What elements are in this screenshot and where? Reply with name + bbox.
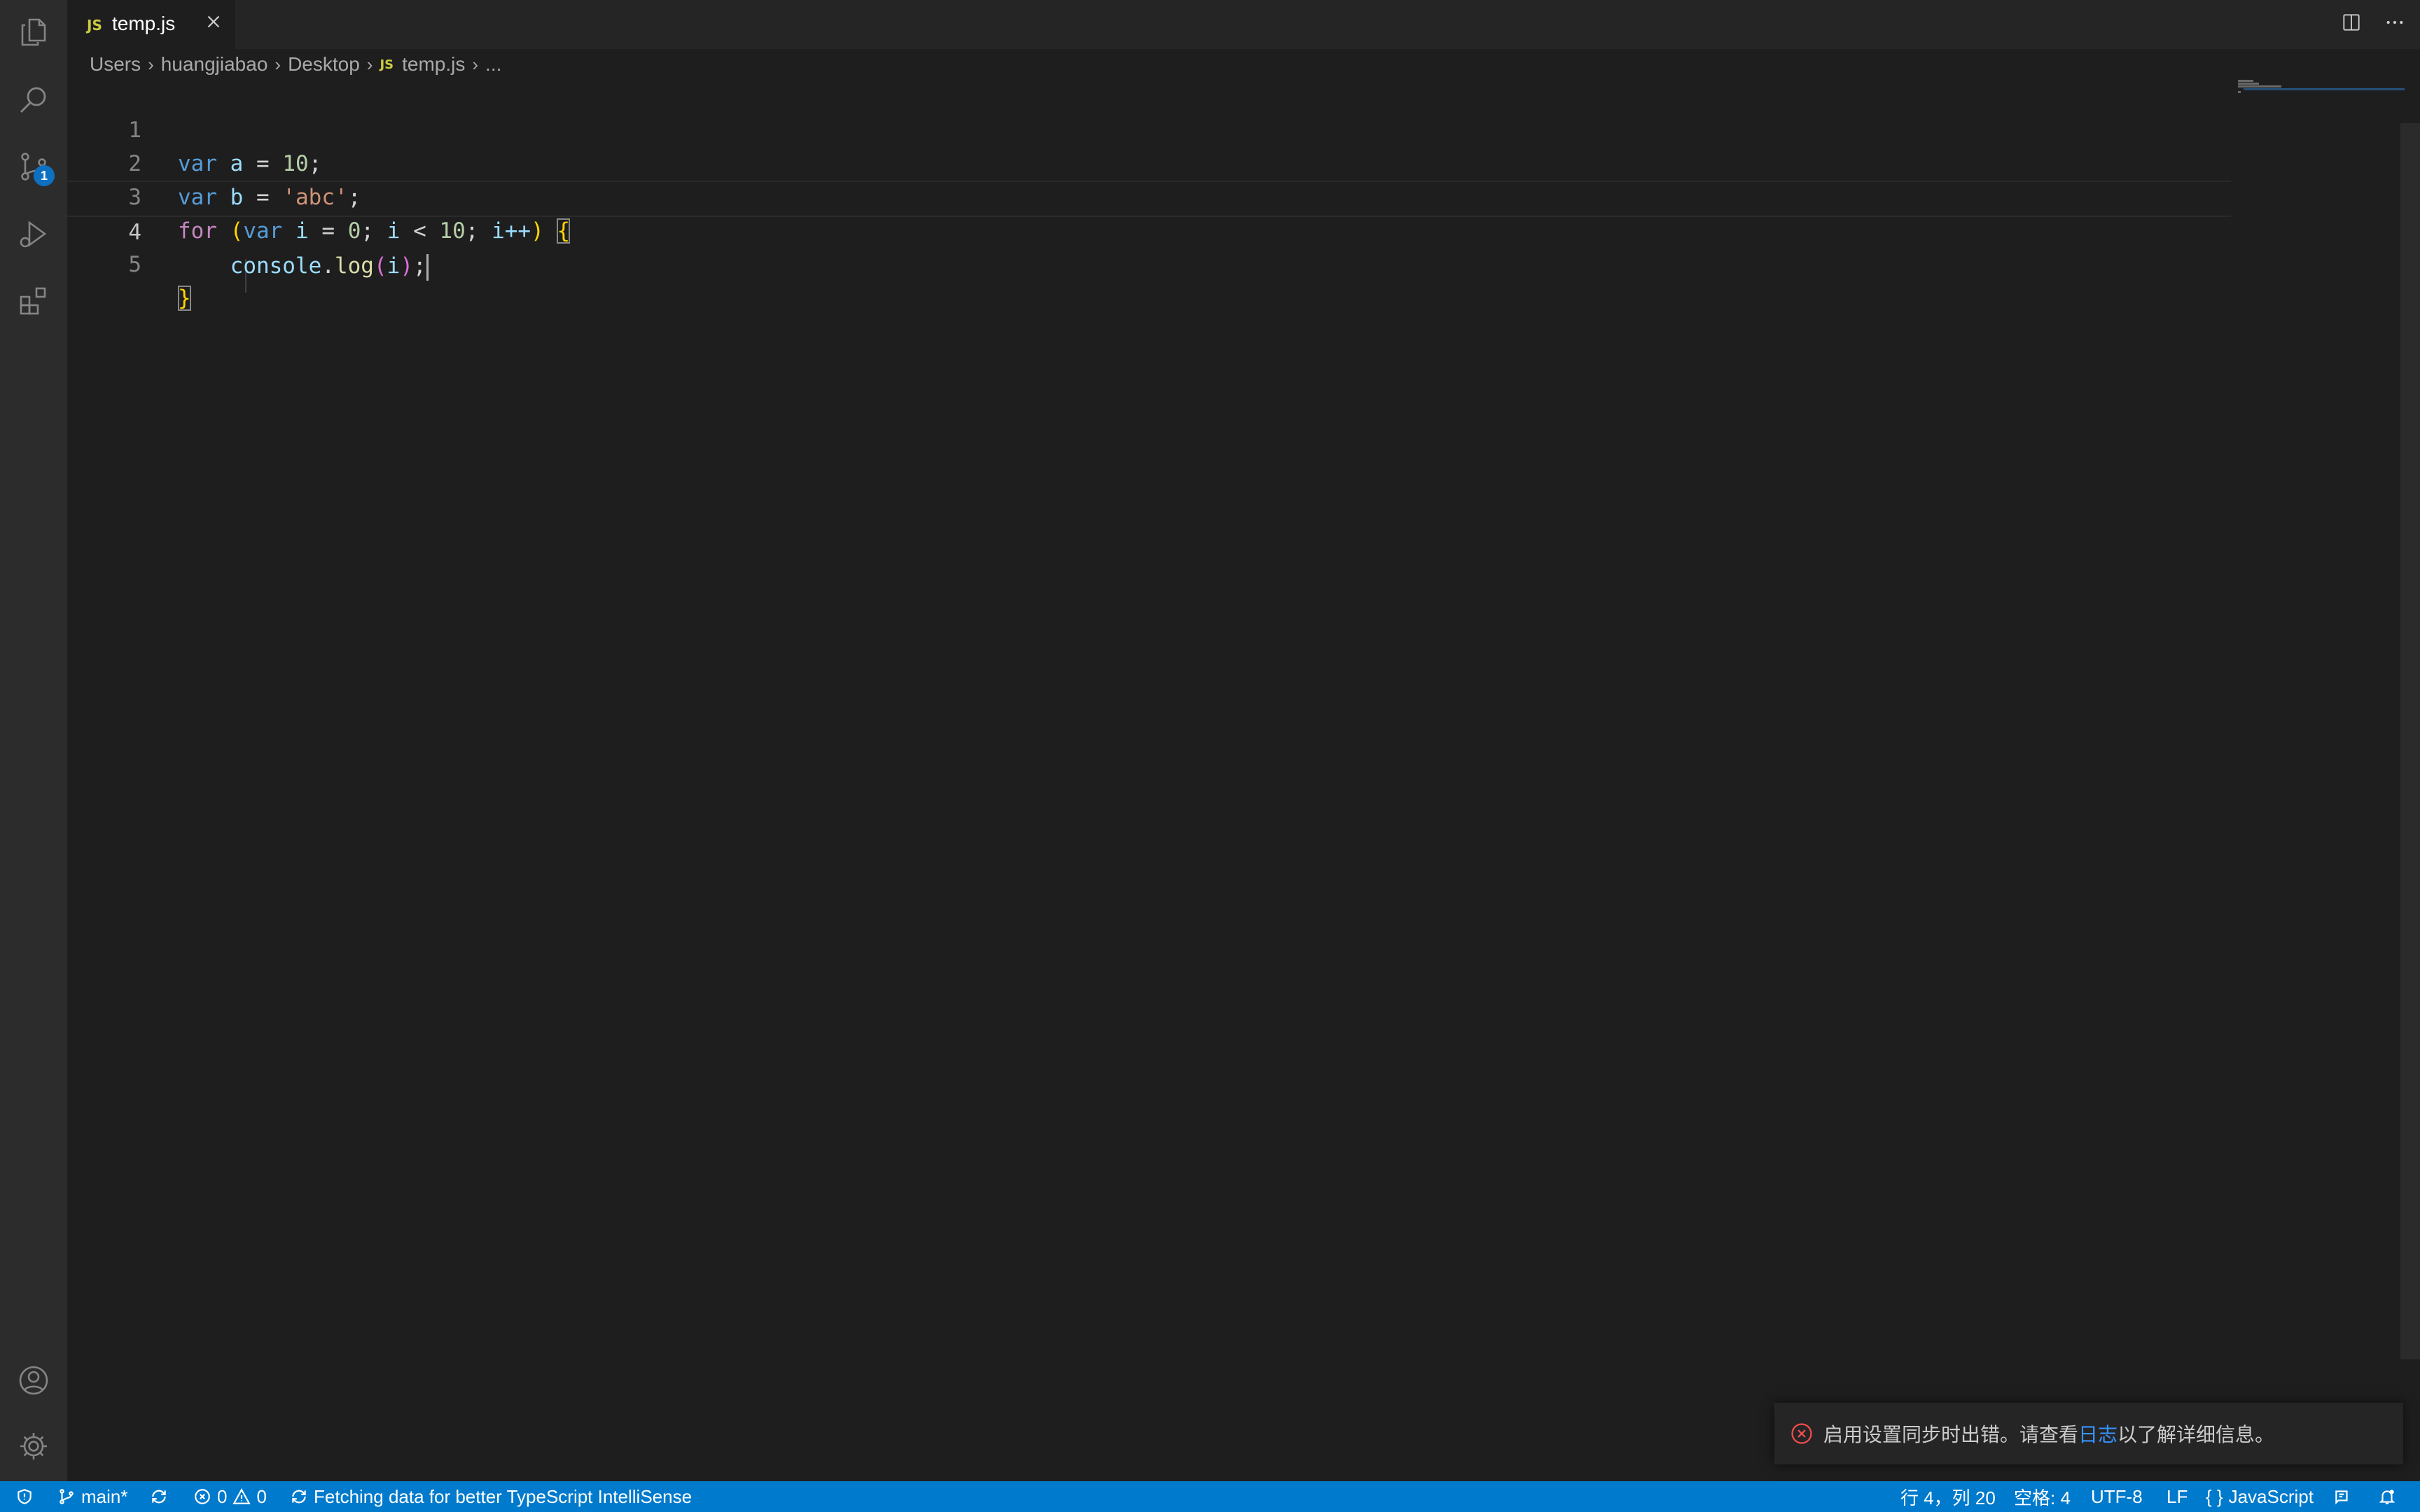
split-editor-icon[interactable] [2340, 11, 2363, 37]
encoding-status[interactable]: UTF-8 [2091, 1481, 2143, 1512]
chevron-right-icon: › [148, 53, 154, 75]
language-label: JavaScript [2228, 1485, 2314, 1507]
sync-icon[interactable] [150, 1481, 168, 1512]
error-icon [1790, 1422, 1814, 1446]
chevron-right-icon: › [472, 53, 479, 75]
code-line[interactable]: 3 for (var i = 0; i < 10; i++) { [67, 147, 2231, 244]
error-count: 0 [217, 1485, 228, 1507]
branch-status[interactable]: main* [57, 1481, 127, 1512]
breadcrumb-item-user[interactable]: huangjiabao [161, 53, 268, 76]
breadcrumb-item-users[interactable]: Users [90, 53, 141, 76]
status-bar: main* 0 0 Fetching data for better TypeS… [0, 1481, 2420, 1512]
scrollbar-thumb[interactable] [2400, 123, 2420, 1359]
chevron-right-icon: › [274, 53, 281, 75]
javascript-file-icon: JS [87, 17, 102, 34]
line-number: 5 [128, 252, 141, 277]
notifications-bell-icon[interactable] [2378, 1481, 2396, 1512]
account-icon[interactable] [17, 1364, 50, 1397]
search-icon[interactable] [17, 83, 50, 116]
code-text: } [178, 286, 191, 311]
breadcrumb-item-more[interactable]: ... [485, 53, 501, 76]
javascript-file-icon: JS [380, 57, 394, 72]
status-message: Fetching data for better TypeScript Inte… [314, 1485, 693, 1507]
typescript-status[interactable]: Fetching data for better TypeScript Inte… [290, 1481, 692, 1512]
code-editor[interactable]: 1 var a = 10; 2 var b = 'abc'; 3 for (va… [67, 78, 2406, 1481]
close-icon[interactable] [203, 11, 224, 32]
tab-temp-js[interactable]: JS temp.js [67, 0, 235, 49]
language-mode[interactable]: { } JavaScript [2206, 1481, 2314, 1512]
more-actions-icon[interactable] [2384, 11, 2406, 37]
settings-gear-icon[interactable] [17, 1429, 50, 1463]
problems-status[interactable]: 0 0 [193, 1481, 267, 1512]
text-cursor [426, 253, 429, 281]
code-line[interactable]: 5 } [67, 214, 2231, 311]
indentation-status[interactable]: 空格: 4 [2014, 1481, 2071, 1512]
code-line[interactable]: 1 var a = 10; [67, 80, 2231, 176]
feedback-icon[interactable] [2333, 1481, 2351, 1512]
extensions-icon[interactable] [17, 284, 50, 318]
eol-status[interactable]: LF [2167, 1481, 2188, 1512]
activity-bar: 1 [0, 0, 67, 1481]
breadcrumb: Users › huangjiabao › Desktop › JS temp.… [90, 50, 501, 78]
tab-label: temp.js [112, 13, 176, 34]
warning-count: 0 [256, 1485, 267, 1507]
code-text: console.log(i); [178, 249, 429, 283]
explorer-icon[interactable] [17, 15, 50, 49]
notification-message: 启用设置同步时出错。请查看日志以了解详细信息。 [1823, 1424, 2275, 1446]
remote-shield-icon[interactable] [15, 1481, 34, 1512]
tab-bar: JS temp.js [67, 0, 2420, 49]
chevron-right-icon: › [366, 53, 373, 75]
editor-actions [2340, 11, 2406, 37]
branch-name: main* [81, 1485, 128, 1507]
sync-spinner-icon [292, 1490, 306, 1504]
code-line-current[interactable]: 4 console.log(i); [67, 181, 2231, 281]
braces-icon: { } [2206, 1485, 2223, 1507]
warning-icon [232, 1488, 251, 1504]
source-control-badge: 1 [34, 165, 55, 186]
code-line[interactable]: 2 var b = 'abc'; [67, 113, 2231, 210]
run-debug-icon[interactable] [17, 217, 50, 251]
error-icon [195, 1489, 210, 1504]
minimap[interactable] [2238, 78, 2405, 99]
breadcrumb-item-file[interactable]: temp.js [402, 53, 465, 76]
git-branch-icon [60, 1489, 74, 1504]
log-link[interactable]: 日志 [2078, 1424, 2118, 1446]
notification-toast: 启用设置同步时出错。请查看日志以了解详细信息。 [1774, 1403, 2403, 1464]
breadcrumb-item-desktop[interactable]: Desktop [288, 53, 360, 76]
cursor-position[interactable]: 行 4，列 20 [1900, 1481, 1996, 1512]
